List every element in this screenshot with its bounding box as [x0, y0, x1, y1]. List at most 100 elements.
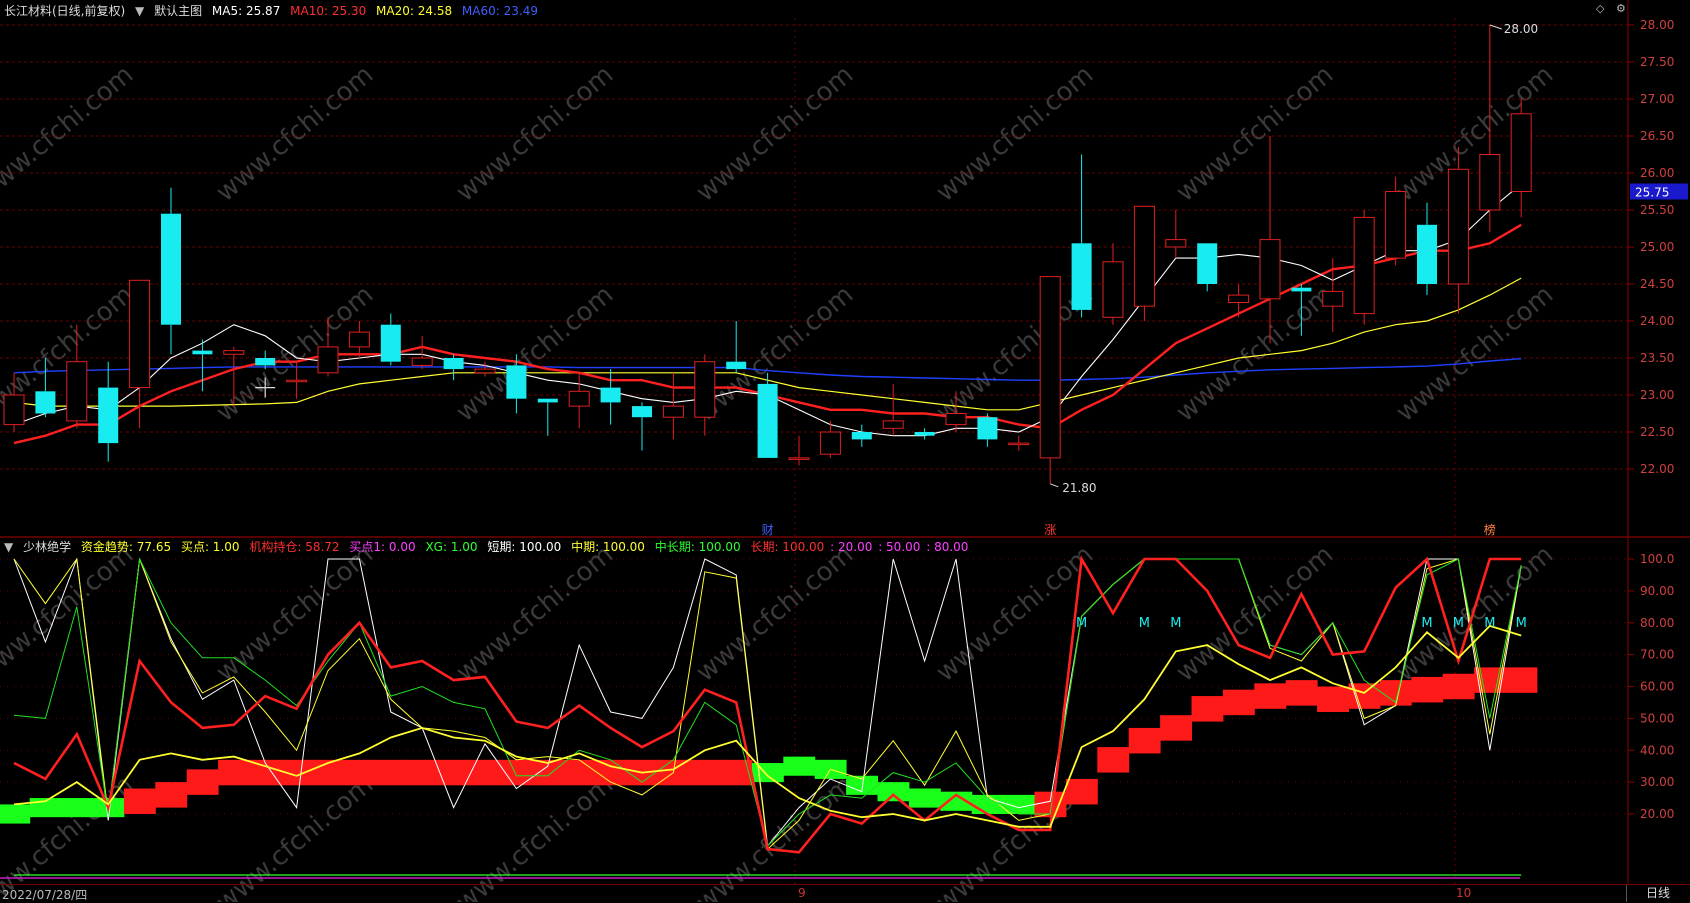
candle-body	[945, 413, 967, 426]
candle-body	[411, 357, 433, 366]
candle-body	[1133, 205, 1155, 307]
candle-body	[1008, 442, 1030, 446]
candle-body	[3, 394, 25, 426]
institution-band-red	[186, 769, 219, 795]
institution-band-red	[1317, 686, 1349, 712]
candle-body	[600, 387, 621, 403]
indicator-tick-label: 50.00	[1640, 711, 1674, 725]
period-tab-daily[interactable]: 日线	[1626, 885, 1689, 902]
candle-body	[1165, 239, 1187, 248]
m-marker: M	[1453, 616, 1464, 631]
candle-body	[1259, 239, 1281, 300]
time-axis-bar: 2022/07/28/四 9 10 日线	[0, 884, 1690, 903]
candle-body	[537, 398, 558, 403]
candle-body	[632, 406, 652, 418]
indicator-tick-label: 90.00	[1640, 584, 1674, 598]
institution-band-red	[1097, 747, 1130, 773]
candle-body	[474, 368, 496, 374]
price-tick-label: 24.50	[1640, 277, 1674, 291]
institution-band-red	[1285, 680, 1318, 706]
institution-band-red	[1411, 676, 1444, 703]
m-marker: M	[1139, 616, 1150, 631]
stock-chart-canvas[interactable]: www.cfchi.com www.cfchi.com www.cfchi.com w…	[0, 0, 1690, 902]
price-tick-label: 27.50	[1640, 55, 1674, 69]
candle	[1039, 276, 1061, 484]
short-term-value: 短期: 100.00	[487, 540, 562, 554]
buy-point-value: 买点: 1.00	[180, 540, 240, 554]
diamond-icon[interactable]: ◇	[1596, 2, 1604, 15]
candle-body	[255, 358, 276, 366]
candle-body	[757, 383, 778, 458]
indicator-menu-icon[interactable]: ▼	[4, 540, 13, 554]
candle-body	[506, 365, 527, 399]
institution-band-green	[61, 798, 93, 818]
candle-body	[1479, 154, 1501, 211]
m-marker: M	[1484, 616, 1495, 631]
candle-body	[1039, 276, 1061, 459]
indicator-tick-label: 100.0	[1640, 552, 1674, 566]
institution-band-red	[1505, 667, 1538, 693]
candle-body	[1322, 290, 1344, 307]
indicator-tick-label: 80.00	[1640, 616, 1674, 630]
candle-body	[914, 432, 935, 436]
institution-band-red	[1348, 683, 1381, 709]
price-tick-label: 25.50	[1640, 203, 1674, 217]
candle-body	[66, 361, 88, 422]
price-tick-label: 24.00	[1640, 314, 1674, 328]
institution-band-red	[1191, 696, 1224, 722]
param-20: : 20.00	[830, 540, 873, 554]
mid-term-value: 中期: 100.00	[571, 540, 645, 554]
param-50: : 50.00	[878, 540, 921, 554]
ma20-value: MA20: 24.58	[376, 4, 453, 18]
candle-body	[1510, 113, 1532, 192]
candle-body	[286, 379, 308, 383]
m-marker: M	[1076, 616, 1087, 631]
candle-body	[977, 417, 998, 440]
price-tick-label: 22.50	[1640, 425, 1674, 439]
candle-body	[223, 350, 245, 355]
price-tick-label: 22.00	[1640, 462, 1674, 476]
buy-point1-value: 买点1: 0.00	[349, 540, 416, 554]
institution-band-red	[563, 759, 596, 786]
candle-body	[317, 346, 339, 374]
candle-body	[694, 361, 716, 418]
institution-band-red	[720, 759, 753, 786]
main-chart-header: 长江材料(日线,前复权) ▼ 默认主图 MA5: 25.87 MA10: 25.…	[4, 1, 544, 21]
institution-band-red	[343, 759, 376, 786]
institution-band-green	[751, 763, 784, 783]
institution-band-red	[406, 759, 439, 786]
indicator-header: ▼ 少林绝学 资金趋势: 77.65 买点: 1.00 机构持仓: 58.72 …	[4, 537, 974, 557]
indicator-name[interactable]: 少林绝学	[23, 540, 71, 554]
candle-body	[662, 405, 684, 418]
price-tick-label: 26.50	[1640, 129, 1674, 143]
m-marker: M	[1170, 616, 1181, 631]
month-marker-9: 9	[798, 886, 806, 900]
price-tick-label: 23.00	[1640, 388, 1674, 402]
low-price-label: 21.80	[1062, 481, 1096, 495]
institution-band-red	[123, 788, 156, 814]
candle	[757, 372, 778, 458]
chart-menu-icon[interactable]: ▼	[135, 4, 144, 18]
candle-body	[98, 387, 119, 444]
institution-band-red	[594, 759, 627, 786]
indicator-tick-label: 20.00	[1640, 807, 1674, 821]
candle-body	[726, 361, 747, 370]
candle	[1353, 210, 1375, 325]
candle-body	[882, 420, 904, 429]
candle-body	[1102, 261, 1124, 318]
indicator-tick-label: 40.00	[1640, 743, 1674, 757]
chart-name[interactable]: 默认主图	[154, 4, 202, 18]
indicator-tick-label: 60.00	[1640, 680, 1674, 694]
candle-body	[161, 213, 181, 325]
long-term-value: 长期: 100.00	[750, 540, 825, 554]
candle-body	[1197, 243, 1218, 284]
candle-body	[851, 432, 872, 440]
settings-icon[interactable]: ⚙	[1616, 2, 1626, 15]
institution-band-red	[1442, 673, 1475, 700]
mid-long-term-value: 中长期: 100.00	[654, 540, 741, 554]
stock-title[interactable]: 长江材料(日线,前复权)	[4, 4, 125, 18]
price-tick-label: 28.00	[1640, 18, 1674, 32]
candle-body	[1353, 216, 1375, 315]
price-tick-label: 23.50	[1640, 351, 1674, 365]
current-price-label: 25.75	[1635, 186, 1669, 200]
